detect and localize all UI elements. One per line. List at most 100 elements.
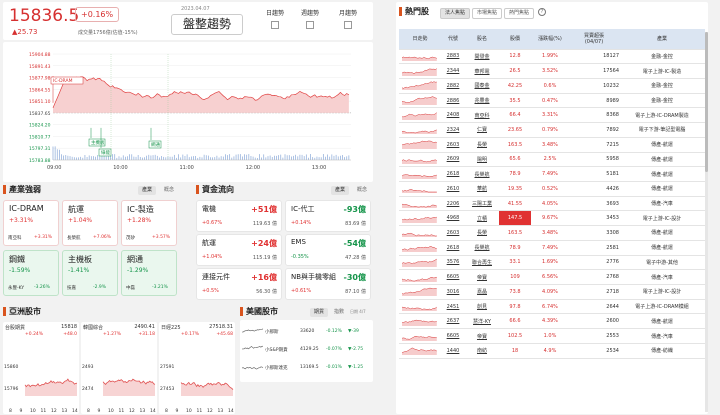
- industry-card[interactable]: 主機板 -1.41% 技嘉 -2.9%: [62, 250, 118, 296]
- table-row[interactable]: 2206 三陽工業 41.55 4.05% 3693 傳產-汽車: [399, 196, 705, 212]
- stock-code[interactable]: 3016: [441, 284, 465, 300]
- stock-code[interactable]: 2603: [441, 137, 465, 153]
- stock-code[interactable]: 6605: [441, 328, 465, 344]
- stock-name[interactable]: 華邦電: [465, 63, 499, 79]
- stock-code[interactable]: 1440: [441, 343, 465, 359]
- fund-card[interactable]: 航運 +24億 +1.04% 115.19 億: [196, 234, 282, 266]
- stock-name[interactable]: 長榮: [465, 137, 499, 153]
- stock-name[interactable]: 長榮: [465, 225, 499, 241]
- table-row[interactable]: 2618 長榮航 78.9 7.49% 2581 傳產-航運: [399, 240, 705, 256]
- table-row[interactable]: 2609 陽明 65.6 2.5% 5958 傳產-航運: [399, 152, 705, 168]
- table-row[interactable]: 6605 帝寶 102.5 1.0% 2553 傳產-汽車: [399, 328, 705, 344]
- stock-name[interactable]: 兆豐金: [465, 93, 499, 109]
- tab-industry[interactable]: 產業: [138, 186, 157, 195]
- stock-name[interactable]: 立積: [465, 210, 499, 227]
- stock-code[interactable]: 3576: [441, 255, 465, 271]
- table-row[interactable]: 2637 慧洋-KY 66.6 4.39% 2600 傳產-航運: [399, 313, 705, 330]
- table-row[interactable]: 2603 長榮 163.5 3.48% 3308 傳產-航運: [399, 225, 705, 241]
- stock-name[interactable]: 南紡: [465, 343, 499, 359]
- stock-name[interactable]: 長榮航: [465, 240, 499, 256]
- stock-code[interactable]: 6605: [441, 269, 465, 285]
- stock-name[interactable]: 國泰金: [465, 78, 499, 94]
- fund-card[interactable]: NB與手機零組 -30億 +0.61% 87.10 億: [285, 268, 371, 300]
- stock-code[interactable]: 2344: [441, 63, 465, 79]
- stock-name[interactable]: 仁寶: [465, 122, 499, 138]
- table-row[interactable]: 2886 兆豐金 35.5 0.47% 8989 金融-金控: [399, 93, 705, 109]
- tab-index[interactable]: 指數: [330, 308, 348, 317]
- daily-trend-check[interactable]: 日趨勢: [266, 8, 284, 29]
- table-row[interactable]: 2618 長榮航 78.9 7.49% 5181 傳產-航運: [399, 166, 705, 182]
- table-row[interactable]: 2344 華邦電 26.5 3.52% 17564 電子上游-IC-製造: [399, 63, 705, 79]
- asia-market-card[interactable]: 日經225 27518.31 +0.17% +45.68 27453 27591 8 9 10 1…: [159, 322, 235, 414]
- stock-code[interactable]: 2609: [441, 152, 465, 168]
- stock-code[interactable]: 2206: [441, 196, 465, 212]
- tab-industry[interactable]: 產業: [331, 186, 350, 195]
- fund-card[interactable]: 電機 +51億 +0.67% 119.63 億: [196, 200, 282, 232]
- stock-name[interactable]: 帝寶: [465, 269, 499, 285]
- fund-card[interactable]: EMS -54億 -0.35% 47.28 億: [285, 234, 371, 266]
- stock-name[interactable]: 三陽工業: [465, 196, 499, 212]
- industry-card[interactable]: IC-DRAM +3.31% 南亞科 +3.31%: [3, 200, 59, 246]
- industry-card[interactable]: IC-製造 +1.28% 茂矽 +3.57%: [121, 200, 177, 246]
- table-row[interactable]: 2883 開發金 12.8 1.99% 18127 金融-金控: [399, 49, 705, 65]
- stock-name[interactable]: 慧洋-KY: [465, 313, 499, 330]
- stock-code[interactable]: 2637: [441, 313, 465, 330]
- table-row[interactable]: 2610 華航 19.35 0.52% 4426 傳產-航運: [399, 181, 705, 197]
- stock-code[interactable]: 2882: [441, 78, 465, 94]
- tab-market-focus[interactable]: 市場焦點: [472, 8, 503, 19]
- industry-card[interactable]: 鋼鐵 -1.59% 永豐-KY -3.26%: [3, 250, 59, 296]
- stock-name[interactable]: 華航: [465, 181, 499, 197]
- table-row[interactable]: 2882 國泰金 42.25 0.6% 10232 金融-金控: [399, 78, 705, 94]
- stock-code[interactable]: 2451: [441, 299, 465, 315]
- stock-code[interactable]: 2618: [441, 166, 465, 182]
- stock-name[interactable]: 創見: [465, 299, 499, 315]
- industry-card[interactable]: 航運 +1.04% 長榮航 +7.06%: [62, 200, 118, 246]
- table-row[interactable]: 2324 仁寶 23.65 0.79% 7892 電子下游-筆記型電腦: [399, 122, 705, 138]
- scrollbar-thumb[interactable]: [705, 32, 708, 172]
- table-row[interactable]: 1440 南紡 18 4.9% 2534 傳產-紡織: [399, 343, 705, 359]
- table-row[interactable]: 2408 南亞科 66.4 3.31% 8368 電子上游-IC-DRAM製造: [399, 107, 705, 124]
- stock-name[interactable]: 南亞科: [465, 107, 499, 124]
- stock-code[interactable]: 2886: [441, 93, 465, 109]
- weekly-trend-check[interactable]: 週趨勢: [301, 8, 319, 29]
- table-row[interactable]: 4968 立積 147.5 9.67% 3453 電子上游-IC-設計: [399, 210, 705, 227]
- stock-code[interactable]: 2408: [441, 107, 465, 124]
- table-row[interactable]: 2603 長榮 163.5 3.48% 7215 傳產-航運: [399, 137, 705, 153]
- tab-institutional-focus[interactable]: 法人焦點: [440, 8, 471, 19]
- stock-code[interactable]: 2618: [441, 240, 465, 256]
- checkbox[interactable]: [306, 21, 314, 29]
- asia-market-card[interactable]: 韓國綜合 2490.41 +1.27% +31.18 2474 2493 8 9 10 11 12 1…: [81, 322, 157, 414]
- intraday-chart[interactable]: 15904.88 15891.43 15877.98 15864.55 15851.10…: [3, 42, 373, 182]
- help-icon[interactable]: ?: [538, 8, 546, 16]
- stock-name[interactable]: 陽明: [465, 152, 499, 168]
- table-row[interactable]: 2451 創見 97.8 6.74% 2644 電子上游-IC-DRAM模組: [399, 299, 705, 315]
- monthly-trend-check[interactable]: 月趨勢: [339, 8, 357, 29]
- us-market-row[interactable]: 小那斯 33620 -0.12% ▼-39: [240, 324, 373, 340]
- stock-code[interactable]: 2603: [441, 225, 465, 241]
- tab-concept[interactable]: 概念: [353, 186, 371, 195]
- asia-market-card[interactable]: 台股期貨 15818 +0.24% +48.0 15796 15860 8 9 10 11 12 13…: [3, 322, 79, 414]
- tab-concept[interactable]: 概念: [160, 186, 178, 195]
- stock-code[interactable]: 4968: [441, 210, 465, 227]
- tab-hot-focus[interactable]: 熱門焦點: [504, 8, 535, 19]
- checkbox[interactable]: [271, 21, 279, 29]
- industry-card[interactable]: 網通 -1.29% 中磊 -3.21%: [121, 250, 177, 296]
- stock-name[interactable]: 長榮航: [465, 166, 499, 182]
- stock-name[interactable]: 帝寶: [465, 328, 499, 344]
- fund-card[interactable]: 連接元件 +16億 +0.5% 56.30 億: [196, 268, 282, 300]
- stock-code[interactable]: 2610: [441, 181, 465, 197]
- stock-code[interactable]: 2883: [441, 49, 465, 65]
- table-row[interactable]: 3576 聯合再生 33.1 1.69% 2776 電子中游-其他: [399, 255, 705, 271]
- us-market-row[interactable]: 小那斯達克 13169.5 -0.01% ▼-1.25: [240, 360, 373, 376]
- fund-card[interactable]: IC-代工 -93億 +0.14% 83.69 億: [285, 200, 371, 232]
- table-row[interactable]: 3016 嘉晶 73.8 4.09% 2718 電子上游-IC-設計: [399, 284, 705, 300]
- stock-code[interactable]: 2324: [441, 122, 465, 138]
- table-row[interactable]: 6605 帝寶 109 6.56% 2768 傳產-汽車: [399, 269, 705, 285]
- tab-futures[interactable]: 期貨: [310, 308, 329, 317]
- us-market-row[interactable]: 小S&P期貨 4129.25 -0.07% ▼-2.75: [240, 342, 373, 358]
- stock-name[interactable]: 聯合再生: [465, 255, 499, 271]
- checkbox[interactable]: [344, 21, 352, 29]
- stock-name[interactable]: 嘉晶: [465, 284, 499, 300]
- stock-name[interactable]: 開發金: [465, 49, 499, 65]
- scrollbar[interactable]: [705, 32, 708, 412]
